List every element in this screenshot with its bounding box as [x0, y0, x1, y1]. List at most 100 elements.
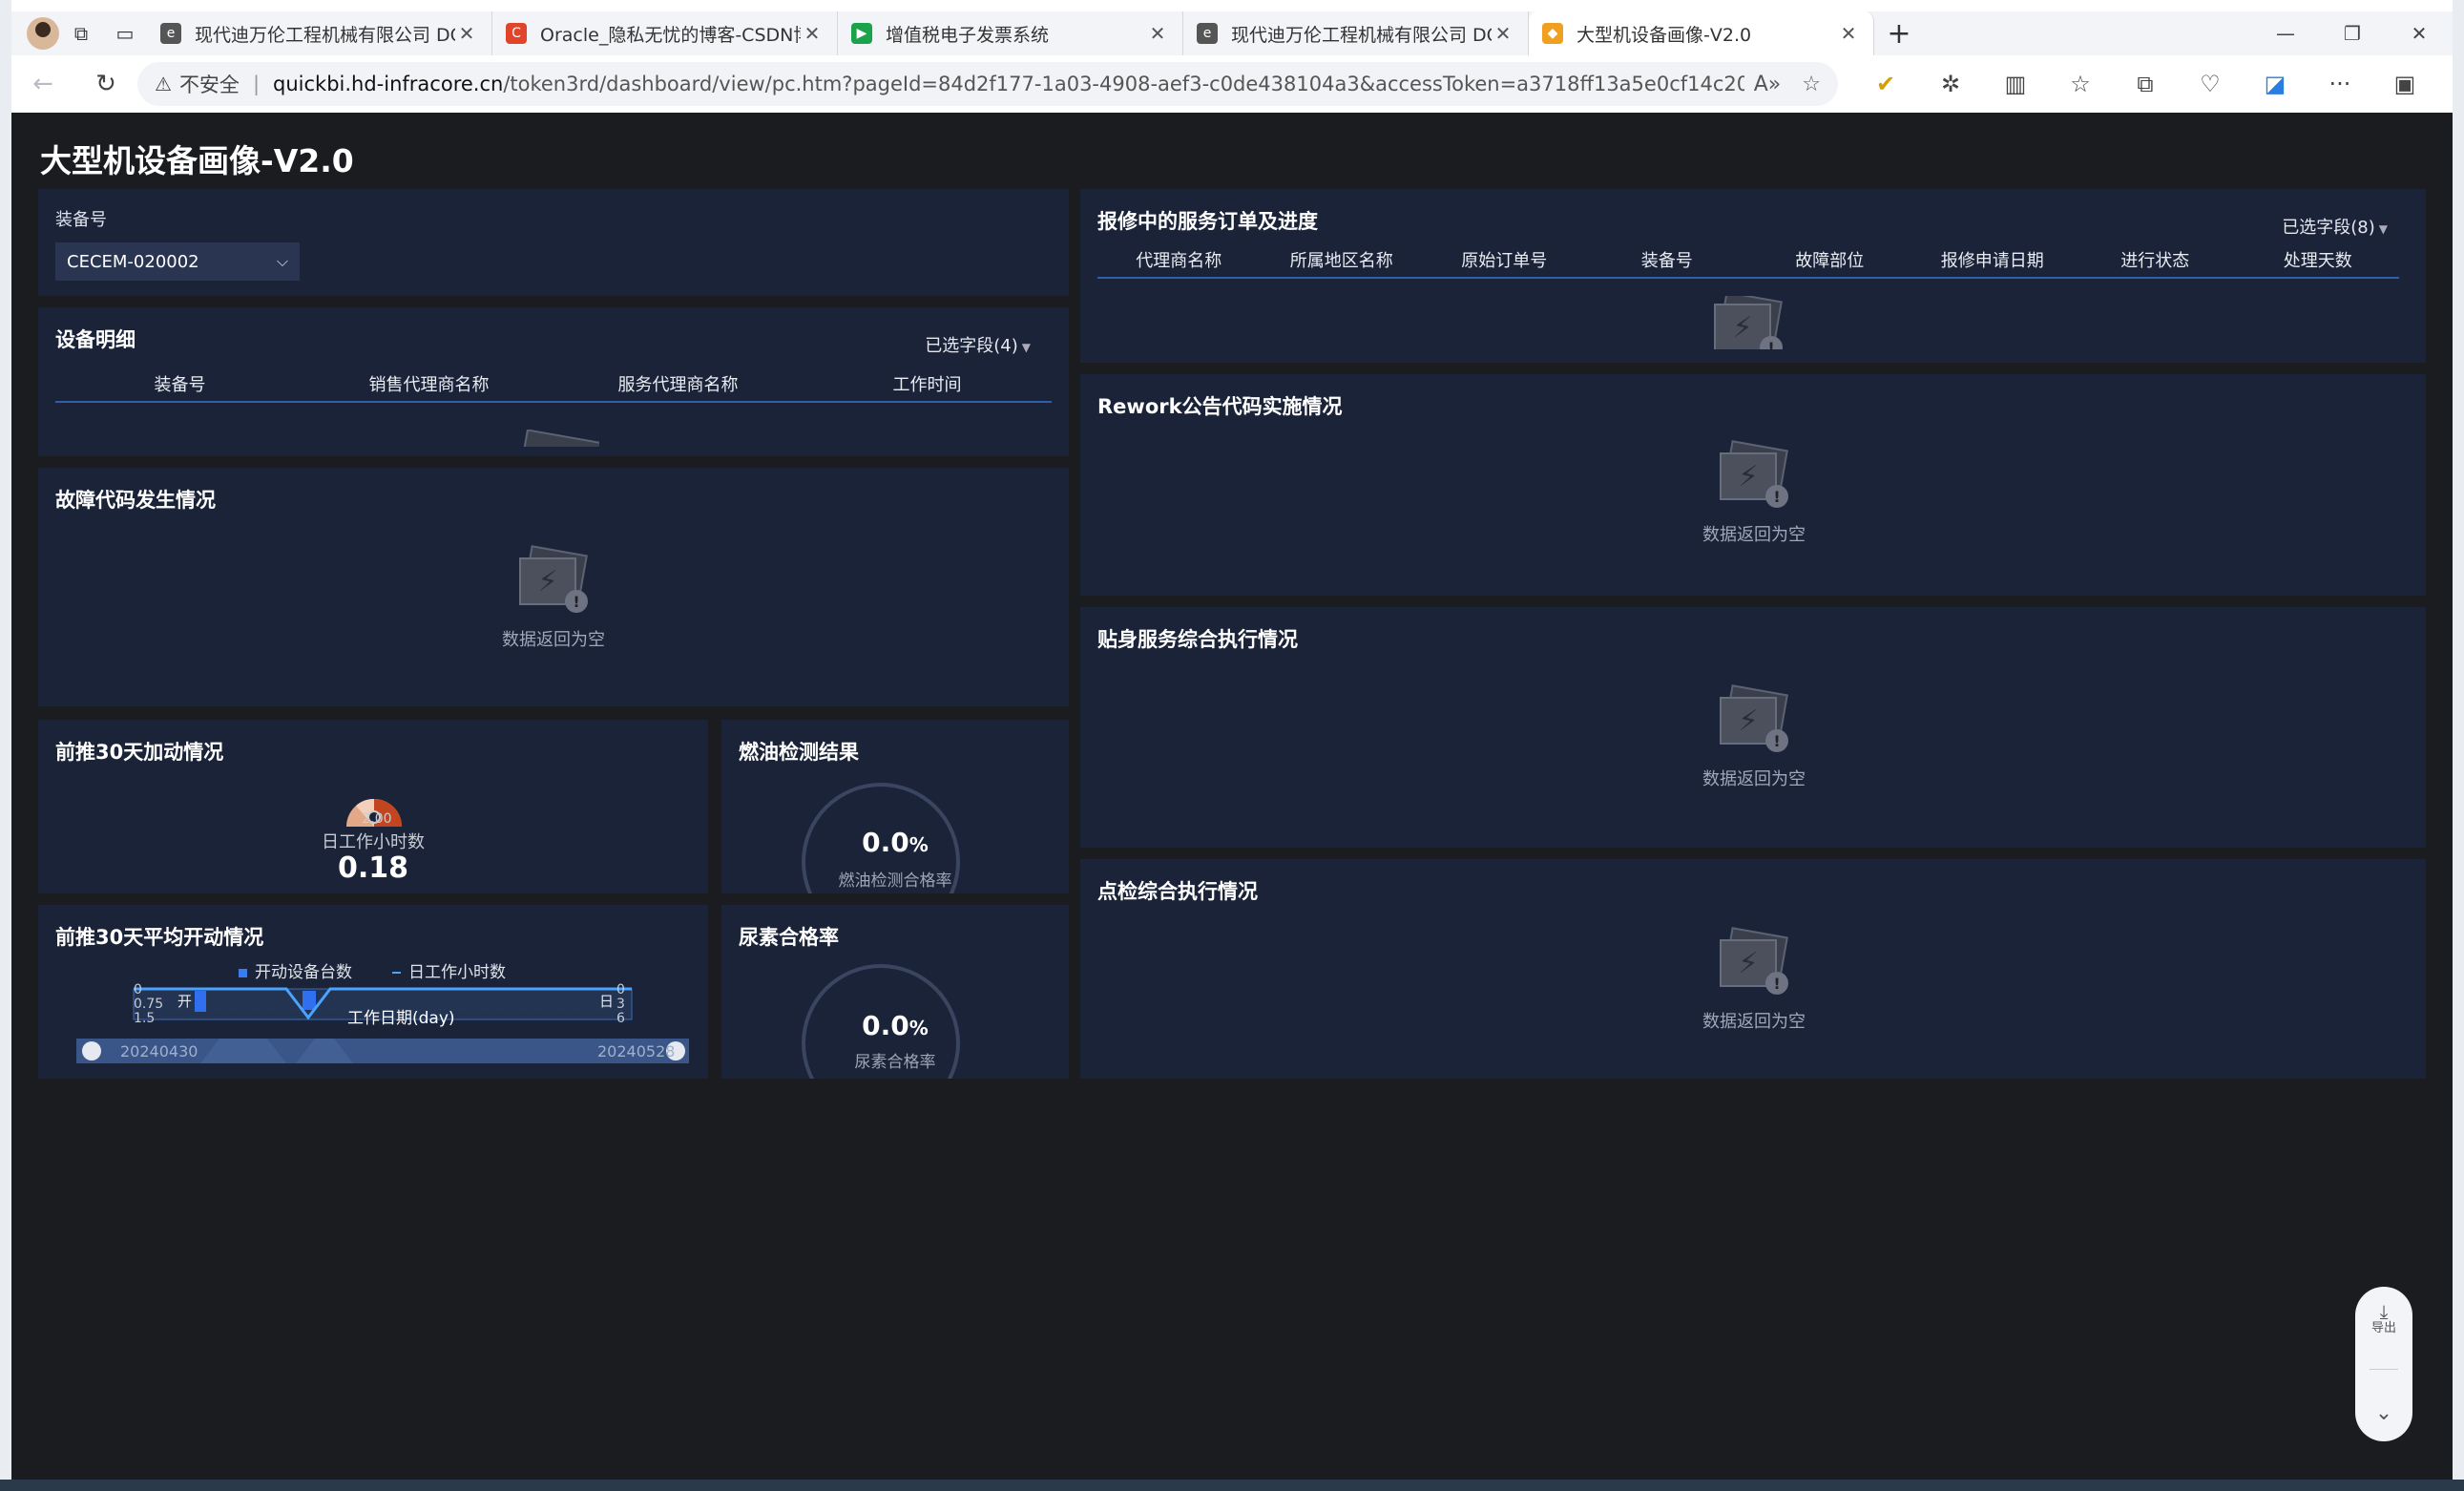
column-header[interactable]: 进行状态 [2074, 247, 2237, 272]
urea-unit: % [908, 1017, 929, 1040]
read-aloud-icon[interactable]: A» [1754, 73, 1782, 96]
empty-data-icon: ⚡! [1716, 684, 1792, 752]
favorite-star-icon[interactable]: ☆ [1802, 73, 1821, 96]
table-header: 装备号 销售代理商名称 服务代理商名称 工作时间 [55, 367, 1052, 403]
range-start-label: 20240430 [120, 1042, 198, 1060]
equipment-select[interactable]: CECEM-020002 ⌵ [55, 242, 300, 281]
column-header[interactable]: 装备号 [55, 371, 304, 396]
favorites-icon[interactable]: ☆ [2048, 71, 2113, 97]
gauge-label: 尿素合格率 [854, 1053, 936, 1072]
sidebar-icon[interactable]: ▣ [2372, 71, 2437, 97]
bar[interactable] [303, 991, 316, 1010]
tick-label: 0 [616, 982, 625, 998]
rework-panel: Rework公告代码实施情况 ⚡! 数据返回为空 [1080, 374, 2426, 596]
column-header[interactable]: 服务代理商名称 [553, 371, 803, 396]
chevron-down-icon[interactable]: ⌄ [2375, 1401, 2392, 1425]
empty-text: 数据返回为空 [1702, 525, 1806, 545]
empty-state: ⚡! 数据返回为空 [1659, 440, 1849, 546]
column-header[interactable]: 工作时间 [803, 371, 1052, 396]
tab-title: 增值税电子发票系统 [886, 24, 1050, 46]
range-handle-left[interactable] [82, 1041, 101, 1060]
empty-text: 数据返回为空 [1702, 1012, 1806, 1032]
right-axis-label: 日 [599, 993, 615, 1010]
restore-button[interactable]: ❐ [2319, 11, 2386, 55]
gauge-label: 燃油检测合格率 [838, 872, 952, 891]
gauge-value: 0.0% [800, 827, 991, 858]
left-axis-label: 开 [177, 993, 193, 1010]
column-header[interactable]: 代理商名称 [1097, 247, 1261, 272]
panel-title: 故障代码发生情况 [55, 489, 216, 512]
panel-title: 贴身服务综合执行情况 [1097, 628, 1298, 651]
fuel-panel: 燃油检测结果 0.0% 燃油检测合格率 [721, 720, 1069, 893]
column-header[interactable]: 销售代理商名称 [304, 371, 553, 396]
collections-icon[interactable]: ⧉ [59, 11, 103, 55]
close-icon[interactable]: ✕ [1146, 22, 1169, 45]
tab-3[interactable]: e 现代迪万伦工程机械有限公司 DC ✕ [1183, 11, 1529, 55]
range-end-label: 20240528 [597, 1042, 676, 1060]
field-selector-label: 已选字段(8) [2282, 218, 2375, 238]
close-window-button[interactable]: ✕ [2386, 11, 2453, 55]
export-button[interactable]: ⤓ 导出 [2370, 1302, 2396, 1337]
split-screen-icon[interactable]: ▥ [1983, 71, 2048, 97]
address-field[interactable]: ⚠ 不安全 | quickbi.hd-infracore.cn/token3rd… [137, 62, 1838, 106]
personal-service-panel: 贴身服务综合执行情况 ⚡! 数据返回为空 [1080, 607, 2426, 848]
close-icon[interactable]: ✕ [801, 22, 824, 45]
chevron-down-icon: ⌵ [276, 252, 288, 270]
panel-title: Rework公告代码实施情况 [1097, 395, 1343, 418]
column-header[interactable]: 原始订单号 [1423, 247, 1586, 272]
column-header[interactable]: 所属地区名称 [1261, 247, 1424, 272]
empty-state: ⚡! [1710, 296, 1786, 349]
gauge-value: 0.0% [800, 1010, 991, 1041]
panel-title: 前推30天加动情况 [55, 741, 224, 764]
more-menu-icon[interactable]: ··· [2307, 71, 2372, 97]
column-header[interactable]: 故障部位 [1748, 247, 1911, 272]
column-header[interactable]: 处理天数 [2237, 247, 2400, 272]
performance-icon[interactable]: ♡ [2178, 71, 2243, 97]
column-header[interactable]: 报修申请日期 [1911, 247, 2075, 272]
tab-4[interactable]: ◆ 大型机设备画像-V2.0 ✕ [1529, 11, 1874, 55]
field-selector[interactable]: 已选字段(8) ▼ [2282, 214, 2388, 239]
gauge-value: 0.18 [337, 851, 409, 885]
close-icon[interactable]: ✕ [1492, 22, 1514, 45]
copilot-icon[interactable]: ◪ [2243, 71, 2307, 97]
tab-title: Oracle_隐私无忧的博客-CSDN博 [540, 24, 801, 46]
column-header[interactable]: 装备号 [1586, 247, 1749, 272]
x-axis-label: 工作日期(day) [347, 1009, 455, 1028]
back-button[interactable]: ← [11, 55, 74, 113]
close-icon[interactable]: ✕ [455, 22, 478, 45]
empty-data-icon: ⚡! [1716, 927, 1792, 995]
quickbi-icon: ◆ [1542, 23, 1563, 44]
bar[interactable] [195, 991, 206, 1012]
empty-data-icon: ⚡! [515, 545, 592, 613]
refresh-button[interactable]: ↻ [74, 55, 137, 113]
tab-actions-icon[interactable]: ▭ [103, 11, 147, 55]
empty-state: ⚡! 数据返回为空 [458, 545, 649, 651]
tick-label: 0.75 [134, 997, 164, 1012]
minimize-button[interactable]: — [2252, 11, 2319, 55]
tab-0[interactable]: e 现代迪万伦工程机械有限公司 DC ✕ [147, 11, 492, 55]
fuel-value: 0.0 [862, 827, 909, 858]
close-icon[interactable]: ✕ [1837, 22, 1860, 45]
tab-2[interactable]: ▶ 增值税电子发票系统 ✕ [838, 11, 1183, 55]
panel-title: 点检综合执行情况 [1097, 880, 1258, 903]
security-label[interactable]: 不安全 [179, 70, 240, 98]
extension-check-icon[interactable]: ✔ [1853, 71, 1918, 97]
field-selector[interactable]: 已选字段(4) ▼ [925, 332, 1031, 357]
panel-title: 燃油检测结果 [739, 741, 859, 764]
profile-avatar[interactable] [27, 17, 59, 50]
edge-page-icon: e [1197, 23, 1218, 44]
address-bar-row: ← ↻ ⚠ 不安全 | quickbi.hd-infracore.cn/toke… [11, 55, 2453, 113]
avg-30d-panel: 前推30天平均开动情况 开动设备台数 日工作小时数 0 0.75 1.5 开 0… [38, 905, 708, 1079]
urea-panel: 尿素合格率 0.0% 尿素合格率 [721, 905, 1069, 1079]
right-axis-ticks: 0 3 6 [616, 983, 625, 1026]
edge-page-icon: e [160, 23, 181, 44]
fuel-unit: % [908, 833, 929, 856]
gauge-label: 日工作小时数 [322, 832, 425, 852]
extensions-icon[interactable]: ✲ [1918, 71, 1983, 97]
panel-title: 报修中的服务订单及进度 [1097, 210, 1318, 233]
new-tab-button[interactable]: + [1874, 17, 1924, 51]
collections-icon[interactable]: ⧉ [2113, 71, 2178, 97]
tab-1[interactable]: C Oracle_隐私无忧的博客-CSDN博 ✕ [492, 11, 838, 55]
gauge-tick: 2.00 [362, 811, 392, 827]
export-label: 导出 [2370, 1320, 2396, 1335]
